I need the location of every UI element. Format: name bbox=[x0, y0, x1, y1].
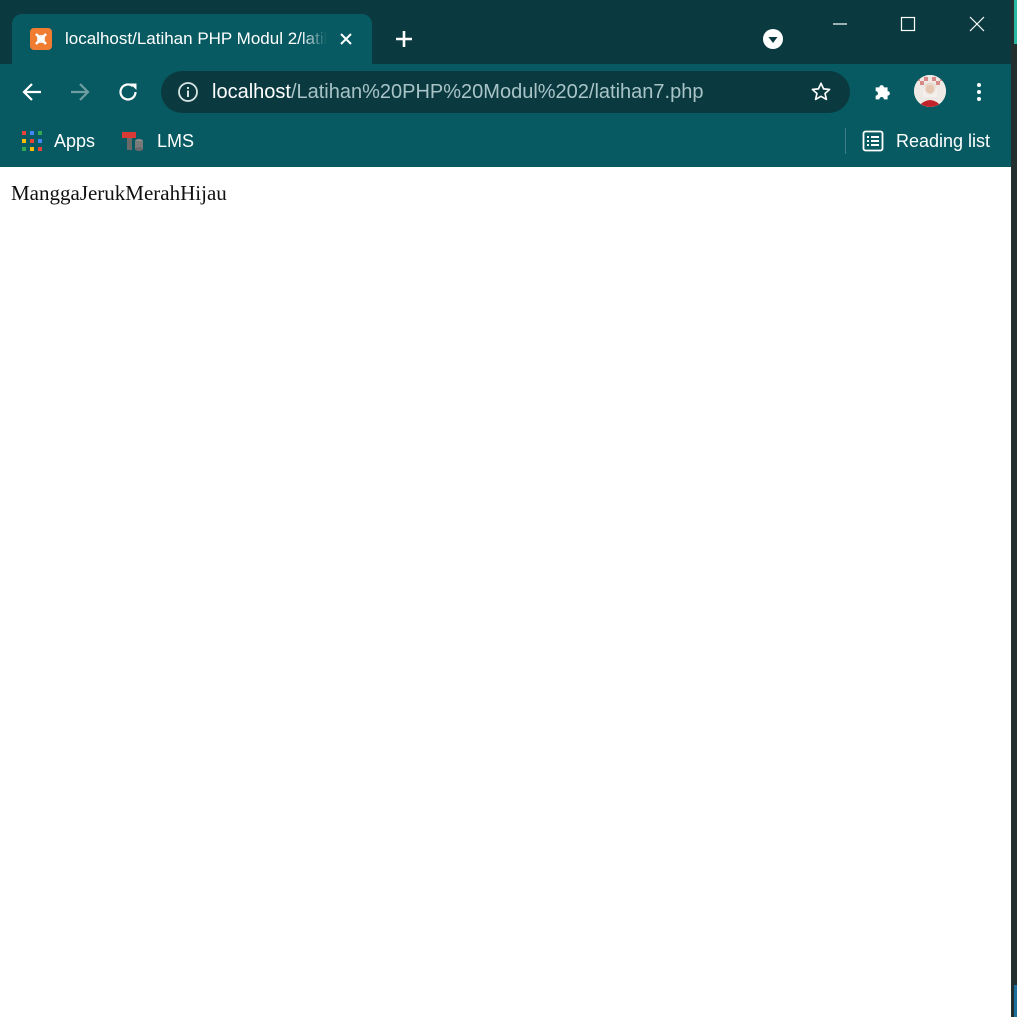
forward-button[interactable] bbox=[66, 78, 94, 106]
bookmark-apps[interactable]: Apps bbox=[22, 129, 95, 153]
lms-icon bbox=[122, 132, 143, 151]
address-bar[interactable]: localhost/Latihan%20PHP%20Modul%202/lati… bbox=[161, 71, 850, 113]
maximize-button[interactable] bbox=[885, 8, 931, 40]
browser-window: localhost/Latihan PHP Modul 2/latihan7.p… bbox=[0, 0, 1011, 1017]
tab-active[interactable]: localhost/Latihan PHP Modul 2/latihan7.p… bbox=[12, 14, 372, 64]
bookmarks-bar: Apps LMS Reading list bbox=[0, 119, 1011, 167]
bookmark-lms-label: LMS bbox=[157, 131, 195, 151]
reload-button[interactable] bbox=[114, 78, 142, 106]
reading-list-label: Reading list bbox=[896, 131, 991, 151]
new-tab-button[interactable] bbox=[390, 25, 418, 53]
url-path: /Latihan%20PHP%20Modul%202/latihan7.php bbox=[290, 81, 704, 103]
bookmark-lms[interactable]: LMS bbox=[121, 129, 194, 153]
bookmark-apps-label: Apps bbox=[54, 131, 96, 151]
reading-list-button[interactable]: Reading list bbox=[862, 129, 990, 153]
site-info-icon[interactable] bbox=[177, 81, 199, 103]
navigation-toolbar: localhost/Latihan%20PHP%20Modul%202/lati… bbox=[0, 64, 1011, 119]
page-output-text: ManggaJerukMerahHijau bbox=[11, 181, 227, 205]
url-text[interactable]: localhost/Latihan%20PHP%20Modul%202/lati… bbox=[212, 80, 703, 104]
bookmark-star-icon[interactable] bbox=[809, 80, 833, 104]
bookmarks-divider bbox=[845, 128, 846, 154]
page-content: ManggaJerukMerahHijau bbox=[0, 167, 1011, 1017]
apps-grid-icon bbox=[22, 131, 42, 151]
desktop-edge bbox=[1011, 0, 1017, 1017]
tab-search-icon[interactable] bbox=[762, 28, 784, 50]
extensions-puzzle-icon[interactable] bbox=[869, 78, 897, 106]
tab-title: localhost/Latihan PHP Modul 2/latihan7.p… bbox=[65, 29, 327, 48]
close-tab-icon[interactable] bbox=[335, 28, 357, 50]
minimize-button[interactable] bbox=[817, 8, 863, 40]
url-host: localhost bbox=[212, 81, 291, 103]
close-window-button[interactable] bbox=[954, 8, 1000, 40]
profile-avatar[interactable] bbox=[914, 75, 946, 107]
title-bar: localhost/Latihan PHP Modul 2/latihan7.p… bbox=[0, 0, 1011, 64]
xampp-icon bbox=[30, 28, 52, 50]
menu-kebab-icon[interactable] bbox=[965, 78, 993, 106]
back-button[interactable] bbox=[18, 78, 46, 106]
reading-list-icon bbox=[862, 130, 884, 152]
